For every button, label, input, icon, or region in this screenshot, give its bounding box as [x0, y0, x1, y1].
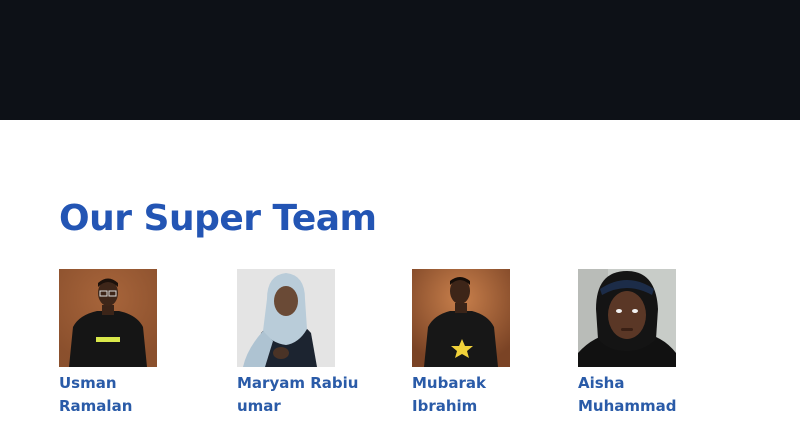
- top-banner: [0, 0, 800, 120]
- team-member-name: Usman Ramalan: [59, 374, 133, 415]
- team-member-card: Usman Ramalan: [59, 269, 189, 418]
- team-member-name: Maryam Rabiu umar: [237, 374, 359, 415]
- team-member-photo: [412, 269, 510, 367]
- team-member-card: Aisha Muhammad: [578, 269, 708, 418]
- team-member-card: Maryam Rabiu umar: [237, 269, 367, 418]
- team-member-name: Aisha Muhammad: [578, 374, 677, 415]
- team-member-photo: [578, 269, 676, 367]
- team-member-card: Mubarak Ibrahim: [412, 269, 542, 418]
- team-section-title: Our Super Team: [59, 198, 377, 239]
- team-member-name: Mubarak Ibrahim: [412, 374, 486, 415]
- team-member-photo: [237, 269, 335, 367]
- team-member-photo: [59, 269, 157, 367]
